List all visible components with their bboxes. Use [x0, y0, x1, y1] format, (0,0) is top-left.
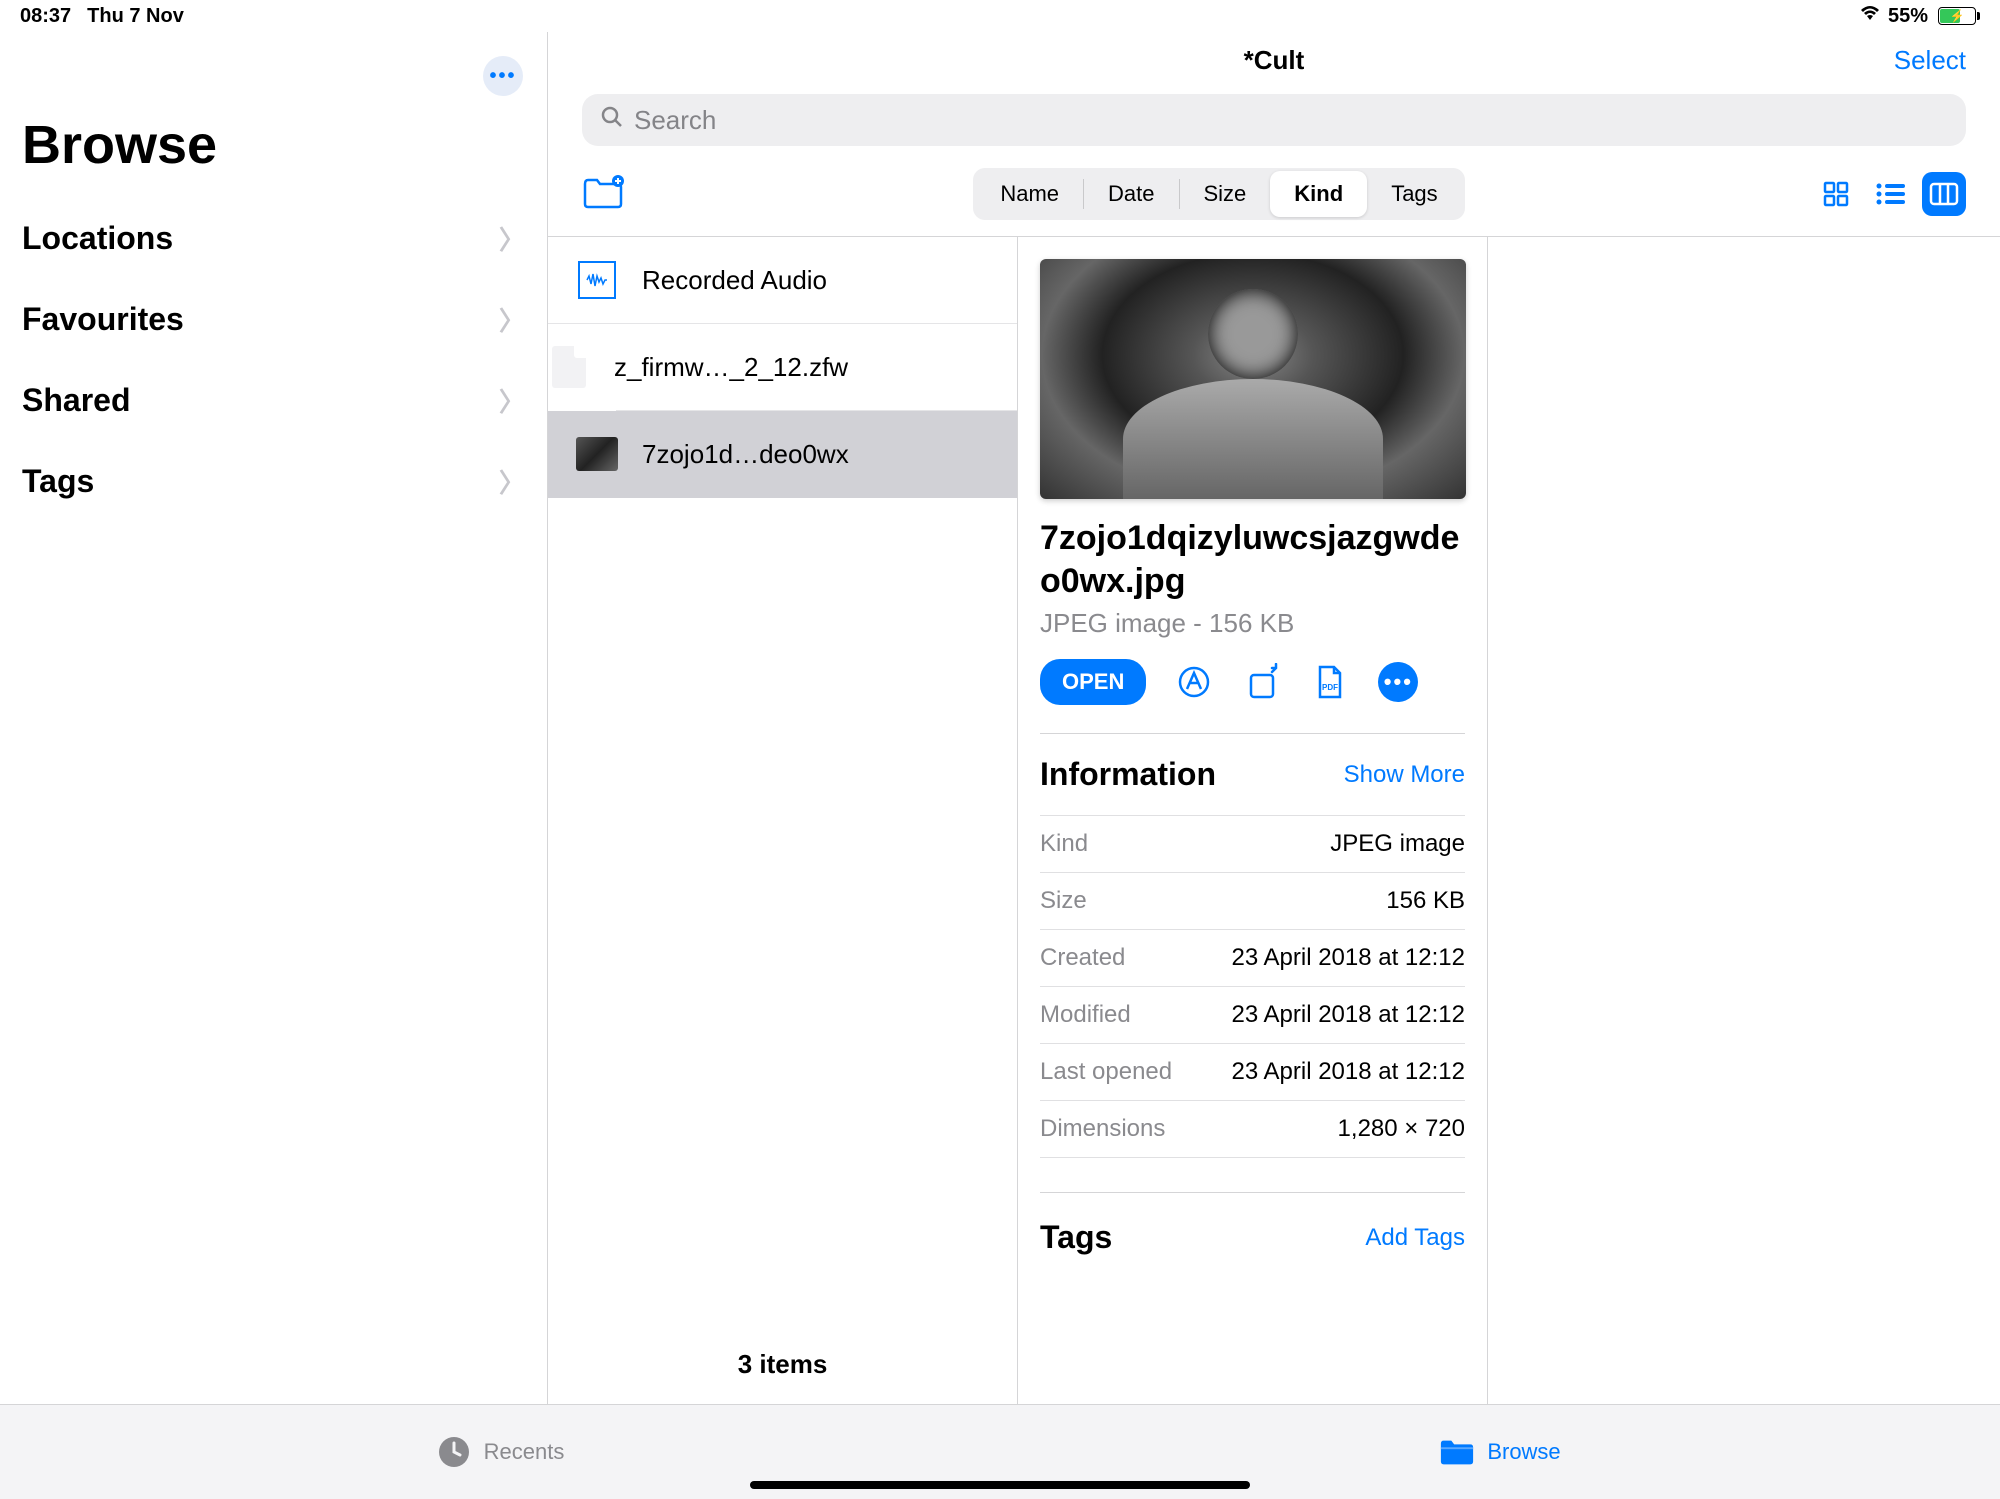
- new-folder-button[interactable]: [582, 174, 624, 215]
- sidebar-item-label: Shared: [22, 382, 130, 419]
- file-item-doc[interactable]: z_firmw…_2_12.zfw: [616, 324, 1017, 411]
- pdf-icon[interactable]: PDF: [1310, 662, 1350, 702]
- grid-view-button[interactable]: [1814, 172, 1858, 216]
- sort-tags[interactable]: Tags: [1367, 171, 1461, 217]
- sidebar-title: Browse: [22, 114, 547, 176]
- sort-name[interactable]: Name: [976, 171, 1083, 217]
- tab-bar: Recents Browse: [0, 1404, 2000, 1499]
- file-item-audio[interactable]: Recorded Audio: [548, 237, 1017, 324]
- tab-label: Browse: [1487, 1439, 1560, 1465]
- chevron-right-icon: 〉: [499, 463, 525, 500]
- info-value: 23 April 2018 at 12:12: [1231, 944, 1465, 972]
- audio-icon: [576, 259, 618, 301]
- info-row-modified: Modified 23 April 2018 at 12:12: [1040, 986, 1465, 1043]
- chevron-right-icon: 〉: [499, 220, 525, 257]
- file-list: Recorded Audio z_firmw…_2_12.zfw 7zojo1d…: [548, 237, 1018, 1404]
- info-value: 156 KB: [1386, 887, 1465, 915]
- item-count: 3 items: [548, 1325, 1017, 1404]
- file-name: Recorded Audio: [642, 265, 827, 296]
- empty-column: [1488, 237, 2000, 1404]
- sidebar-item-shared[interactable]: Shared 〉: [0, 360, 547, 441]
- share-icon[interactable]: [1242, 662, 1282, 702]
- tags-heading: Tags: [1040, 1219, 1112, 1256]
- open-button[interactable]: OPEN: [1040, 659, 1146, 705]
- sidebar-item-label: Favourites: [22, 301, 184, 338]
- status-date: Thu 7 Nov: [87, 5, 184, 28]
- more-actions-button[interactable]: •••: [1378, 662, 1418, 702]
- sidebar-item-label: Tags: [22, 463, 94, 500]
- folder-icon: [1439, 1434, 1475, 1470]
- info-key: Size: [1040, 887, 1087, 915]
- image-thumbnail-icon: [576, 433, 618, 475]
- file-name: z_firmw…_2_12.zfw: [614, 352, 848, 383]
- sort-size[interactable]: Size: [1180, 171, 1271, 217]
- info-key: Modified: [1040, 1001, 1131, 1029]
- sort-segmented-control: Name Date Size Kind Tags: [973, 168, 1464, 220]
- file-item-image[interactable]: 7zojo1d…deo0wx: [548, 411, 1017, 498]
- list-view-button[interactable]: [1868, 172, 1912, 216]
- tab-label: Recents: [484, 1439, 565, 1465]
- search-input[interactable]: Search: [582, 94, 1966, 146]
- column-view-button[interactable]: [1922, 172, 1966, 216]
- info-row-kind: Kind JPEG image: [1040, 815, 1465, 872]
- info-value: 1,280 × 720: [1338, 1115, 1465, 1143]
- info-key: Last opened: [1040, 1058, 1172, 1086]
- main-content: *Cult Select Search Name Date Size Kind …: [548, 0, 2000, 1404]
- sidebar-item-favourites[interactable]: Favourites 〉: [0, 279, 547, 360]
- info-row-dimensions: Dimensions 1,280 × 720: [1040, 1100, 1465, 1158]
- markup-icon[interactable]: [1174, 662, 1214, 702]
- sidebar: ••• Browse Locations 〉 Favourites 〉 Shar…: [0, 32, 548, 1404]
- info-value: 23 April 2018 at 12:12: [1231, 1001, 1465, 1029]
- info-key: Dimensions: [1040, 1115, 1165, 1143]
- status-time: 08:37: [20, 5, 71, 28]
- info-row-created: Created 23 April 2018 at 12:12: [1040, 929, 1465, 986]
- info-heading: Information: [1040, 756, 1216, 793]
- detail-filename: 7zojo1dqizyluwcsjazgwdeo0wx.jpg: [1040, 517, 1465, 602]
- sidebar-item-label: Locations: [22, 220, 173, 257]
- svg-text:PDF: PDF: [1322, 683, 1338, 692]
- info-key: Kind: [1040, 830, 1088, 858]
- detail-subtitle: JPEG image - 156 KB: [1040, 608, 1465, 639]
- more-button[interactable]: •••: [483, 56, 523, 96]
- sidebar-item-locations[interactable]: Locations 〉: [0, 198, 547, 279]
- select-button[interactable]: Select: [1894, 45, 1966, 76]
- folder-title: *Cult: [1244, 45, 1305, 76]
- sidebar-item-tags[interactable]: Tags 〉: [0, 441, 547, 522]
- search-placeholder: Search: [634, 105, 716, 136]
- search-icon: [600, 105, 624, 136]
- info-value: 23 April 2018 at 12:12: [1231, 1058, 1465, 1086]
- add-tags-link[interactable]: Add Tags: [1365, 1224, 1465, 1252]
- file-name: 7zojo1d…deo0wx: [642, 439, 849, 470]
- sort-date[interactable]: Date: [1084, 171, 1178, 217]
- chevron-right-icon: 〉: [499, 301, 525, 338]
- show-more-link[interactable]: Show More: [1344, 761, 1465, 789]
- home-indicator[interactable]: [750, 1481, 1250, 1489]
- clock-icon: [436, 1434, 472, 1470]
- info-row-last-opened: Last opened 23 April 2018 at 12:12: [1040, 1043, 1465, 1100]
- info-key: Created: [1040, 944, 1125, 972]
- sort-kind[interactable]: Kind: [1270, 171, 1367, 217]
- document-icon: [548, 346, 590, 388]
- chevron-right-icon: 〉: [499, 382, 525, 419]
- info-value: JPEG image: [1330, 830, 1465, 858]
- detail-pane: 7zojo1dqizyluwcsjazgwdeo0wx.jpg JPEG ima…: [1018, 237, 1488, 1404]
- info-row-size: Size 156 KB: [1040, 872, 1465, 929]
- preview-image[interactable]: [1040, 259, 1466, 499]
